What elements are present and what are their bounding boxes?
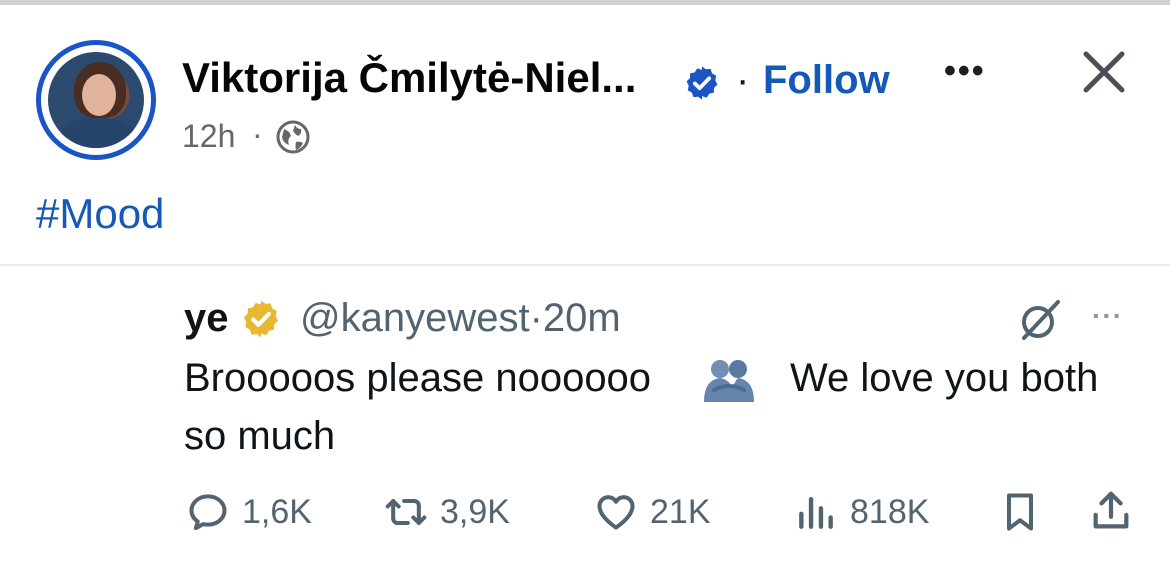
bookmark-icon[interactable] xyxy=(998,490,1042,534)
top-edge-bar xyxy=(0,0,1170,5)
tweet-author-name[interactable]: ye xyxy=(184,296,229,341)
people-hugging-emoji xyxy=(704,360,754,402)
tweet-text-line1-end: We love you both xyxy=(790,356,1099,400)
hashtag-link[interactable]: #Mood xyxy=(36,190,164,238)
like-count: 21K xyxy=(650,492,711,531)
reply-button[interactable]: 1,6K xyxy=(186,490,312,534)
grok-icon[interactable] xyxy=(1016,298,1064,342)
heart-icon xyxy=(597,495,635,530)
tweet-text-line2: so much xyxy=(184,414,336,458)
views-count: 818K xyxy=(850,492,930,531)
post-time[interactable]: 12h xyxy=(182,118,235,155)
reply-icon xyxy=(189,494,227,531)
repost-count: 3,9K xyxy=(440,492,510,531)
reply-count: 1,6K xyxy=(242,492,312,531)
divider xyxy=(0,264,1170,266)
tweet-text-line1: Brooooos please noooooo xyxy=(184,356,652,400)
follow-separator: · xyxy=(736,58,750,102)
repost-icon xyxy=(385,498,427,526)
avatar-photo xyxy=(48,52,144,148)
like-button[interactable]: 21K xyxy=(594,490,711,534)
views-button[interactable]: 818K xyxy=(794,490,929,534)
globe-icon xyxy=(276,120,310,154)
verified-gold-badge-icon xyxy=(244,300,278,338)
close-icon[interactable] xyxy=(1080,48,1128,96)
more-options-button[interactable]: ••• xyxy=(944,52,986,91)
verified-badge-icon xyxy=(686,66,718,100)
tweet-more-button[interactable]: ··· xyxy=(1092,300,1123,332)
follow-button[interactable]: Follow xyxy=(763,58,890,103)
author-name[interactable]: Viktorija Čmilytė-Niel... xyxy=(182,54,636,102)
share-icon[interactable] xyxy=(1088,488,1134,534)
time-separator: · xyxy=(252,116,263,152)
repost-button[interactable]: 3,9K xyxy=(384,490,510,534)
tweet-handle-time[interactable]: @kanyewest·20m xyxy=(300,296,621,341)
views-icon xyxy=(799,496,833,529)
avatar[interactable] xyxy=(36,40,156,160)
